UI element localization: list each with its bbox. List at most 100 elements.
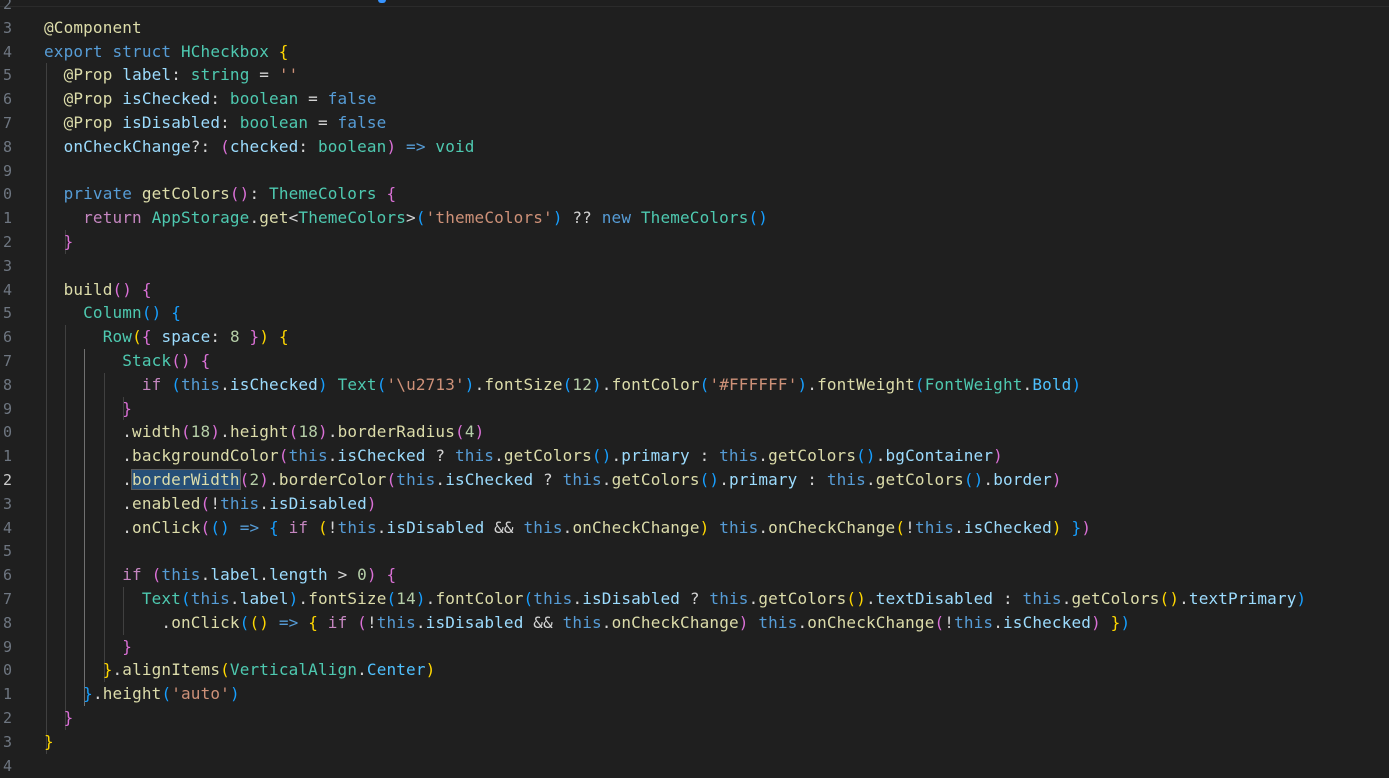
code-token: ) bbox=[425, 660, 436, 680]
code-token: fontSize bbox=[308, 589, 387, 608]
line-number: 3 bbox=[2, 732, 12, 751]
code-line[interactable]: .borderWidth(2).borderColor(this.isCheck… bbox=[44, 468, 1062, 492]
line-number: 0 bbox=[2, 185, 12, 204]
code-token: 18 bbox=[298, 422, 319, 442]
code-token: . bbox=[758, 446, 769, 466]
code-line[interactable]: Column() { bbox=[44, 301, 181, 325]
code-line[interactable]: @Prop isChecked: boolean = false bbox=[44, 87, 377, 111]
code-token: isChecked bbox=[229, 374, 318, 394]
code-token: ! bbox=[366, 612, 377, 632]
code-token: ( bbox=[278, 446, 289, 466]
code-token: Center bbox=[366, 660, 426, 680]
code-line[interactable]: } bbox=[44, 230, 74, 254]
line-number: 0 bbox=[2, 661, 12, 680]
code-line[interactable]: } bbox=[44, 635, 132, 659]
code-token: ) bbox=[1051, 517, 1062, 537]
code-token: string bbox=[190, 65, 250, 85]
code-token: } bbox=[44, 731, 54, 751]
line-number: 9 bbox=[2, 637, 12, 656]
code-token: ) bbox=[474, 422, 485, 442]
code-line[interactable]: .onClick(() => { if (!this.isDisabled &&… bbox=[44, 611, 1130, 635]
code-line[interactable]: Stack() { bbox=[44, 349, 210, 373]
code-token: ) bbox=[592, 374, 602, 394]
line-number: 5 bbox=[2, 66, 12, 85]
code-token: => bbox=[229, 517, 270, 537]
code-line[interactable]: } bbox=[44, 397, 132, 421]
code-line[interactable]: .onClick(() => { if (!this.isDisabled &&… bbox=[44, 516, 1091, 540]
code-line[interactable]: build() { bbox=[44, 278, 152, 302]
code-token: ) bbox=[1051, 470, 1062, 489]
code-token: . bbox=[44, 517, 133, 537]
line-number: 7 bbox=[2, 352, 12, 370]
code-line[interactable]: }.height('auto') bbox=[44, 682, 240, 706]
code-token: false bbox=[327, 89, 377, 109]
code-line[interactable]: private getColors(): ThemeColors { bbox=[44, 182, 397, 206]
code-token: this bbox=[914, 517, 955, 537]
code-token: < bbox=[288, 208, 299, 228]
code-line[interactable]: } bbox=[44, 730, 54, 754]
line-number: 3 bbox=[2, 494, 12, 513]
code-token: ) bbox=[229, 684, 240, 704]
code-token: ! bbox=[905, 517, 915, 537]
code-token: borderColor bbox=[278, 470, 387, 489]
code-token: isChecked bbox=[122, 89, 211, 109]
code-token: . bbox=[327, 446, 338, 466]
code-token: this bbox=[220, 493, 260, 513]
code-token: ) bbox=[1071, 374, 1082, 394]
code-token: => bbox=[269, 612, 309, 632]
code-token: . bbox=[954, 517, 964, 537]
code-line[interactable]: Text(this.label).fontSize(14).fontColor(… bbox=[44, 587, 1306, 611]
code-token: ? bbox=[533, 470, 563, 489]
code-token: . bbox=[601, 470, 612, 489]
code-token: ?? bbox=[562, 208, 602, 228]
code-token: fontWeight bbox=[817, 374, 915, 394]
line-number-gutter[interactable]: 2 3 4 5 6 7 8 9 0 1 2 3 4 5 6 7 8 9 0 1 2 3 4 5 6 7 8 9 0 1 2 3 4 bbox=[0, 0, 40, 777]
code-line[interactable]: .width(18).height(18).borderRadius(4) bbox=[44, 420, 484, 444]
code-token: } bbox=[102, 660, 113, 680]
code-token: get bbox=[259, 208, 289, 228]
code-line[interactable]: }.alignItems(VerticalAlign.Center) bbox=[44, 658, 436, 682]
line-number: 7 bbox=[2, 590, 12, 608]
code-token: () bbox=[171, 351, 191, 370]
code-token: ) bbox=[317, 374, 328, 394]
code-token: getColors bbox=[141, 184, 230, 204]
code-token: . bbox=[44, 493, 133, 513]
code-line[interactable]: if (this.label.length > 0) { bbox=[44, 563, 396, 587]
code-token: > bbox=[406, 208, 416, 228]
code-token: ( bbox=[895, 517, 906, 537]
code-token: . bbox=[112, 660, 123, 680]
code-editor[interactable]: 234567890123456789012345678901234 @Compo… bbox=[0, 0, 1389, 777]
code-token: ( bbox=[318, 517, 328, 537]
code-line[interactable]: if (this.isChecked) Text('\u2713').fontS… bbox=[44, 373, 1081, 397]
code-token: this bbox=[180, 374, 221, 394]
code-line[interactable]: .backgroundColor(this.isChecked ? this.g… bbox=[44, 444, 1003, 468]
code-token: ( bbox=[239, 612, 250, 632]
code-token: . bbox=[200, 565, 211, 585]
code-token: => bbox=[396, 136, 436, 156]
code-line[interactable]: @Prop isDisabled: boolean = false bbox=[44, 111, 387, 135]
code-token: 4 bbox=[464, 422, 475, 442]
code-token: . bbox=[1061, 589, 1072, 608]
code-token: ) bbox=[288, 589, 299, 608]
code-line[interactable]: } bbox=[44, 706, 74, 730]
code-token: ) bbox=[993, 446, 1003, 466]
code-line[interactable]: onCheckChange?: (checked: boolean) => vo… bbox=[44, 135, 475, 159]
code-line[interactable]: Row({ space: 8 }) { bbox=[44, 325, 289, 349]
code-token: isDisabled bbox=[122, 113, 221, 132]
code-token: '' bbox=[278, 65, 299, 85]
code-line[interactable]: return AppStorage.get<ThemeColors>('them… bbox=[44, 206, 768, 230]
code-line[interactable]: @Component bbox=[44, 16, 142, 40]
code-line[interactable]: .enabled(!this.isDisabled) bbox=[44, 492, 377, 516]
code-token: . bbox=[44, 470, 133, 489]
code-line[interactable]: export struct HCheckbox { bbox=[44, 40, 289, 64]
code-line[interactable]: @Prop label: string = '' bbox=[44, 63, 299, 87]
